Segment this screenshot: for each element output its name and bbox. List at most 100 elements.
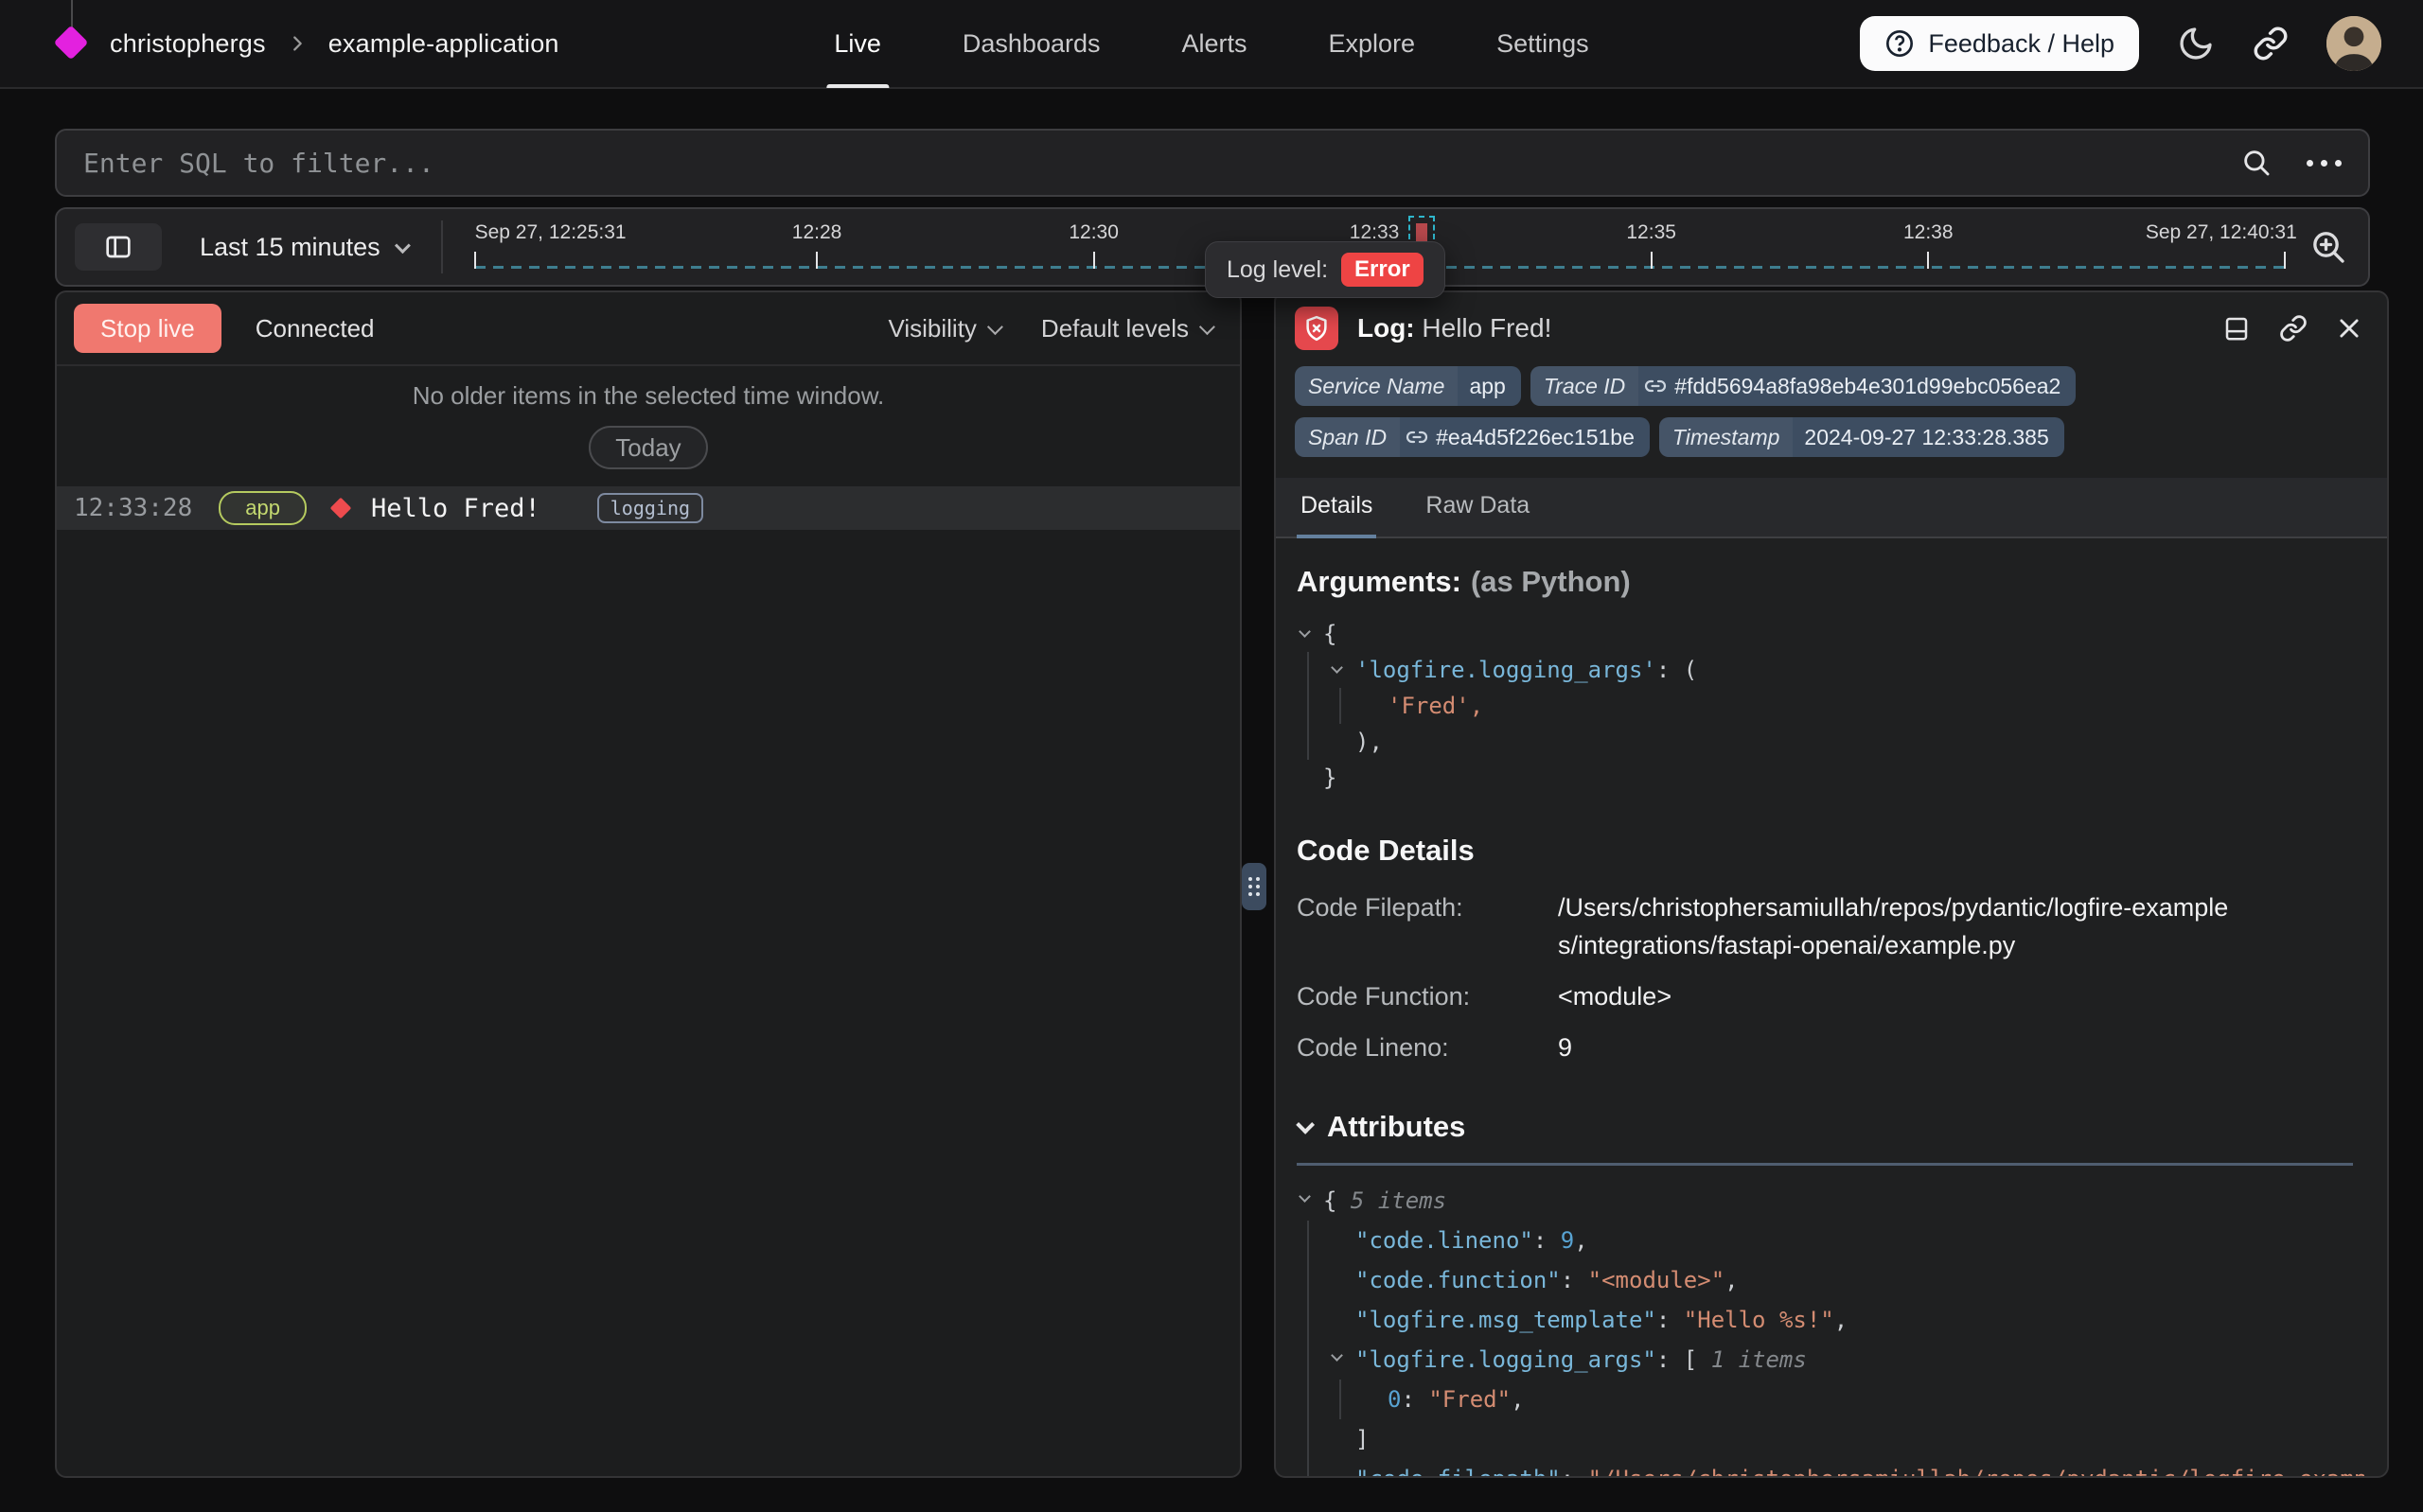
default-levels-label: Default levels: [1041, 314, 1189, 343]
panel-resize-handle[interactable]: [1242, 863, 1266, 910]
more-options-icon[interactable]: [2307, 160, 2342, 167]
trace-id-chip[interactable]: Trace ID #fdd5694a8fa98eb4e301d99ebc056e…: [1530, 366, 2077, 406]
service-name-chip[interactable]: Service Name app: [1295, 366, 1521, 406]
code-lineno-value: 9: [1558, 1029, 2244, 1066]
code-line: ]: [1297, 1419, 2364, 1459]
breadcrumb-org[interactable]: christophergs: [110, 29, 266, 59]
timeline-tick-mark: [1093, 252, 1095, 269]
code-line: "logfire.logging_args": [ 1 items: [1297, 1340, 2364, 1380]
breadcrumb: christophergs example-application: [55, 26, 559, 61]
collapse-chevron-icon[interactable]: [1331, 661, 1343, 674]
link-icon: [2253, 26, 2289, 62]
code-line: "code.function": "<module>",: [1297, 1260, 2364, 1300]
chevron-slot: [1361, 1380, 1388, 1419]
code-line: 'logfire.logging_args': (: [1297, 652, 2364, 688]
close-panel-button[interactable]: [2336, 315, 2362, 342]
span-id-chip[interactable]: Span ID #ea4d5f226ec151be: [1295, 417, 1650, 457]
top-nav-bar: christophergs example-application Live D…: [0, 0, 2423, 89]
tab-details[interactable]: Details: [1297, 479, 1376, 536]
error-level-badge: Error: [1341, 253, 1424, 287]
logging-tag-badge[interactable]: logging: [597, 493, 703, 523]
nav-tab-alerts[interactable]: Alerts: [1174, 0, 1254, 88]
today-button[interactable]: Today: [589, 426, 707, 469]
trace-id-value: #fdd5694a8fa98eb4e301d99ebc056ea2: [1674, 374, 2060, 399]
theme-toggle-button[interactable]: [2177, 25, 2215, 62]
chip-label: Span ID: [1295, 417, 1400, 457]
chevron-down-icon: [395, 237, 411, 254]
logfire-logo[interactable]: [55, 26, 89, 61]
code-function-value: <module>: [1558, 977, 2244, 1015]
code-line: }: [1297, 760, 2364, 796]
timeline-tick-label: 12:30: [1069, 221, 1119, 244]
indent-guide: [1297, 1419, 1329, 1459]
collapse-chevron-icon[interactable]: [1299, 625, 1311, 638]
nav-tab-explore[interactable]: Explore: [1321, 0, 1424, 88]
timeline-tick-mark: [816, 252, 818, 269]
code-tokens: {: [1323, 616, 1336, 652]
nav-tab-live[interactable]: Live: [826, 0, 889, 88]
tab-raw-data[interactable]: Raw Data: [1422, 479, 1533, 536]
chevron-slot: [1329, 1260, 1355, 1300]
indent-guide: [1297, 1340, 1329, 1380]
code-lineno-label: Code Lineno:: [1297, 1029, 1558, 1066]
indent-guide: [1297, 724, 1329, 760]
indent-guide: [1297, 1380, 1329, 1419]
link-icon: [1644, 375, 1667, 397]
chevron-slot: [1329, 1459, 1355, 1479]
chevron-slot: [1361, 688, 1388, 724]
service-badge[interactable]: app: [219, 491, 307, 525]
breadcrumb-project[interactable]: example-application: [328, 29, 559, 59]
chevron-slot: [1297, 616, 1323, 652]
timeline-tick-mark: [1651, 252, 1653, 269]
sidebar-toggle-button[interactable]: [75, 223, 162, 271]
timeline-tick-mark: [1927, 252, 1929, 269]
nav-tab-dashboards[interactable]: Dashboards: [955, 0, 1108, 88]
search-icon[interactable]: [2240, 147, 2273, 179]
sql-filter-input[interactable]: Enter SQL to filter...: [83, 148, 2240, 179]
time-range-dropdown[interactable]: Last 15 minutes: [200, 233, 407, 262]
chevron-slot: [1329, 1221, 1355, 1260]
chevron-slot: [1329, 1300, 1355, 1340]
user-avatar[interactable]: [2326, 16, 2381, 71]
timeline-tick-label: Sep 27, 12:25:31: [475, 221, 627, 244]
zoom-in-button[interactable]: [2309, 228, 2347, 266]
timeline-tick-label: Sep 27, 12:40:31: [2146, 221, 2297, 244]
nav-tab-settings[interactable]: Settings: [1489, 0, 1597, 88]
code-filepath-value: /Users/christophersamiullah/repos/pydant…: [1558, 888, 2244, 964]
collapse-chevron-icon[interactable]: [1331, 1349, 1343, 1362]
log-row-selected[interactable]: 12:33:28 app Hello Fred! logging: [57, 486, 1240, 530]
grip-dots-icon: [1248, 877, 1260, 896]
feedback-help-button[interactable]: Feedback / Help: [1860, 16, 2139, 71]
chevron-down-icon: [1199, 319, 1215, 335]
visibility-dropdown[interactable]: Visibility: [888, 314, 999, 343]
attributes-code-block: { 5 items"code.lineno": 9,"code.function…: [1297, 1181, 2364, 1479]
tooltip-label: Log level:: [1227, 256, 1328, 284]
live-panel-header: Stop live Connected Visibility Default l…: [57, 292, 1240, 366]
timestamp-chip[interactable]: Timestamp 2024-09-27 12:33:28.385: [1659, 417, 2064, 457]
log-level-tooltip: Log level: Error: [1205, 241, 1445, 298]
feedback-help-label: Feedback / Help: [1928, 29, 2114, 59]
code-filepath-row: Code Filepath: /Users/christophersamiull…: [1297, 888, 2364, 964]
default-levels-dropdown[interactable]: Default levels: [1041, 314, 1212, 343]
code-tokens: "logfire.logging_args": [ 1 items: [1355, 1340, 1807, 1380]
timeline-tick-label: 12:28: [792, 221, 842, 244]
timeline-tick-mark: [2284, 252, 2286, 269]
share-link-button[interactable]: [2253, 26, 2289, 62]
timeline-tick-label: 12:38: [1903, 221, 1954, 244]
timebar-divider: [441, 220, 443, 273]
code-lineno-row: Code Lineno: 9: [1297, 1029, 2364, 1066]
copy-link-button[interactable]: [2279, 314, 2308, 343]
stop-live-button[interactable]: Stop live: [74, 304, 221, 353]
question-circle-icon: [1884, 28, 1915, 59]
collapse-chevron-icon[interactable]: [1299, 1190, 1311, 1203]
link-icon: [2279, 314, 2308, 343]
avatar-image: [2326, 16, 2381, 71]
code-tokens: 'logfire.logging_args': (: [1355, 652, 1697, 688]
dock-panel-button[interactable]: [2222, 314, 2251, 343]
code-line: { 5 items: [1297, 1181, 2364, 1221]
collapse-chevron-icon[interactable]: [1296, 1116, 1315, 1134]
indent-guide: [1297, 1221, 1329, 1260]
indent-guide: [1297, 688, 1329, 724]
code-tokens: 0: "Fred",: [1388, 1380, 1525, 1419]
detail-title-prefix: Log:: [1357, 313, 1415, 343]
